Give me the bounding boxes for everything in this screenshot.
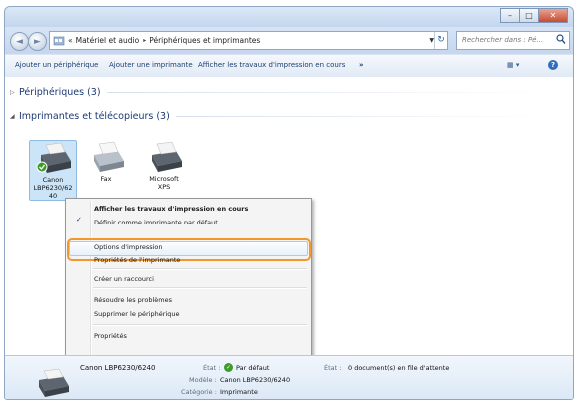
command-bar: Ajouter un périphérique Ajouter une impr… — [5, 54, 573, 78]
collapse-arrow-icon[interactable]: ◢ — [10, 113, 19, 120]
details-device-name: Canon LBP6230/6240 — [80, 364, 156, 372]
details-category-value: Imprimante — [220, 388, 258, 396]
device-canon-printer[interactable]: Canon LBP6230/62 40 — [29, 140, 77, 201]
close-button[interactable]: ✕ — [538, 8, 568, 23]
details-queue-value: 0 document(s) en file d'attente — [348, 364, 450, 372]
details-pane: Canon LBP6230/6240 État : ✓ Par défaut M… — [5, 355, 573, 399]
menu-item-remove-device[interactable]: Supprimer le périphérique — [94, 310, 180, 318]
device-label-line: Fax — [100, 175, 112, 183]
address-overflow[interactable]: « — [68, 36, 73, 45]
group-devices-label: Périphériques (3) — [19, 87, 101, 98]
minimize-button[interactable]: – — [500, 8, 520, 23]
forward-arrow-icon: ► — [34, 36, 41, 47]
details-state-label: État : — [203, 364, 221, 372]
details-state-value: Par défaut — [236, 364, 270, 372]
group-divider — [175, 116, 550, 117]
explorer-window: – □ ✕ ◄ ► « Matériel et audio ▸ Périphér… — [4, 6, 574, 400]
menu-separator — [93, 287, 307, 289]
printer-icon — [39, 368, 69, 397]
default-check-badge — [36, 161, 48, 173]
search-icon[interactable] — [556, 34, 566, 45]
address-row: ◄ ► « Matériel et audio ▸ Périphériques … — [5, 27, 573, 53]
maximize-button[interactable]: □ — [519, 8, 539, 23]
device-label-line: Canon — [42, 176, 64, 184]
refresh-icon[interactable]: ↻ — [434, 32, 447, 49]
more-commands-button[interactable]: » — [359, 61, 364, 69]
change-view-icon[interactable]: ▦ ▾ — [507, 61, 519, 69]
search-box[interactable]: Rechercher dans : Pé... — [456, 31, 570, 50]
menu-separator — [93, 268, 307, 270]
details-model-value: Canon LBP6230/6240 — [220, 376, 291, 384]
menu-item-see-print-jobs[interactable]: Afficher les travaux d'impression en cou… — [94, 205, 248, 213]
default-status-icon: ✓ — [224, 363, 233, 372]
help-icon[interactable]: ? — [548, 60, 558, 70]
menu-item-printer-properties[interactable]: Propriétés de l'imprimante — [94, 256, 180, 264]
device-label-line: LBP6230/62 — [33, 184, 73, 192]
back-arrow-icon: ◄ — [16, 36, 23, 47]
folder-icon — [53, 36, 65, 46]
menu-item-create-shortcut[interactable]: Créer un raccourci — [94, 275, 154, 283]
add-printer-button[interactable]: Ajouter une imprimante — [109, 61, 193, 69]
device-label: Microsoft XPS — [141, 175, 187, 191]
title-bar: – □ ✕ — [5, 7, 573, 27]
window-controls: – □ ✕ — [500, 8, 568, 23]
content-pane: ▷ Périphériques (3) ◢ Imprimantes et tél… — [5, 77, 573, 399]
group-devices[interactable]: ▷ Périphériques (3) — [10, 87, 550, 98]
device-label-line: XPS — [157, 183, 171, 191]
breadcrumb-hardware-sound[interactable]: Matériel et audio — [76, 36, 140, 45]
menu-item-properties[interactable]: Propriétés — [94, 332, 127, 340]
group-printers[interactable]: ◢ Imprimantes et télécopieurs (3) — [10, 111, 550, 122]
expand-arrow-icon[interactable]: ▷ — [10, 89, 19, 96]
menu-item-troubleshoot[interactable]: Résoudre les problèmes — [94, 296, 172, 304]
device-fax[interactable]: Fax — [83, 140, 129, 183]
fax-icon — [94, 141, 124, 172]
add-device-button[interactable]: Ajouter un périphérique — [15, 61, 98, 69]
search-input[interactable]: Rechercher dans : Pé... — [462, 36, 543, 44]
printer-icon — [152, 141, 182, 172]
forward-button[interactable]: ► — [28, 32, 47, 51]
see-print-jobs-button[interactable]: Afficher les travaux d'impression en cou… — [198, 61, 345, 69]
address-bar[interactable]: « Matériel et audio ▸ Périphériques et i… — [49, 31, 448, 50]
details-queue-label: État : — [324, 364, 342, 372]
breadcrumb-devices-printers[interactable]: Périphériques et imprimantes — [149, 36, 260, 45]
device-label-line: Microsoft — [149, 175, 179, 183]
device-microsoft-xps[interactable]: Microsoft XPS — [141, 140, 187, 191]
group-printers-label: Imprimantes et télécopieurs (3) — [19, 111, 170, 122]
check-icon: ✓ — [76, 216, 82, 224]
printer-icon — [36, 142, 71, 173]
device-label: Canon LBP6230/62 40 — [30, 176, 76, 200]
details-model-label: Modèle : — [189, 376, 217, 384]
breadcrumb-separator-icon[interactable]: ▸ — [143, 37, 146, 44]
menu-separator — [93, 324, 307, 326]
device-label: Fax — [83, 175, 129, 183]
details-category-label: Catégorie : — [181, 388, 217, 396]
menu-item-set-default[interactable]: Définir comme imprimante par défaut — [94, 219, 218, 224]
back-button[interactable]: ◄ — [10, 32, 29, 51]
group-divider — [106, 92, 550, 93]
